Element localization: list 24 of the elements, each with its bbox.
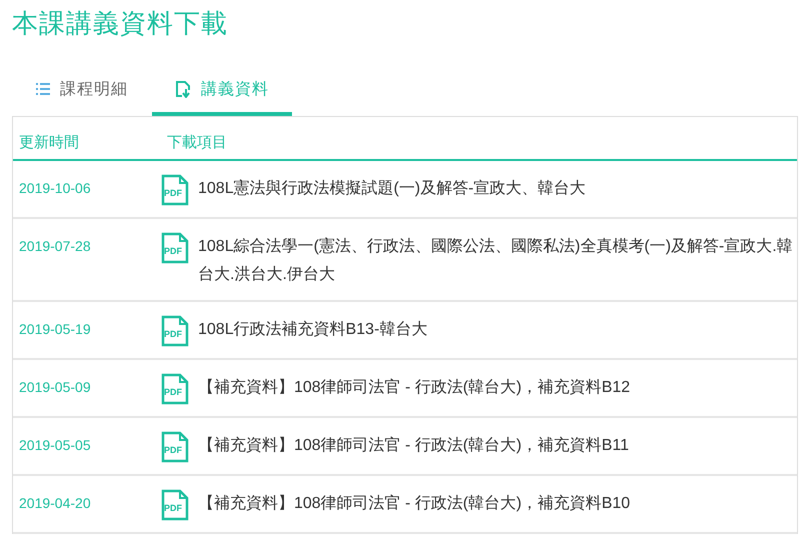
date-cell-text: 2019-05-19 <box>18 320 92 339</box>
file-link[interactable]: 【補充資料】108律師司法官 - 行政法(韓台大)，補充資料B10 <box>198 489 630 518</box>
file-link[interactable]: 108L行政法補充資料B13-韓台大 <box>198 315 428 344</box>
list-icon <box>36 83 50 95</box>
page-title: 本課講義資料下載 <box>12 7 229 40</box>
file-link[interactable]: 108L憲法與行政法模擬試題(一)及解答-宣政大、韓台大 <box>198 174 586 203</box>
file-link[interactable]: 108L綜合法學一(憲法、行政法、國際公法、國際私法)全真模考(一)及解答-宣政大.韓台大.洪台大.伊台大 <box>198 232 797 289</box>
pdf-file-icon: PDF <box>161 315 189 347</box>
date-cell-text: 2019-05-05 <box>18 436 92 455</box>
file-link[interactable]: 【補充資料】108律師司法官 - 行政法(韓台大)，補充資料B11 <box>198 431 629 460</box>
column-header: 更新時間 <box>18 133 80 152</box>
tab[interactable]: 課程明細 <box>12 66 152 116</box>
file-download-icon <box>175 80 191 98</box>
pdf-file-icon: PDF <box>161 431 189 463</box>
pdf-file-icon: PDF <box>161 373 189 405</box>
pdf-file-icon: PDF <box>161 174 189 206</box>
pdf-file-icon: PDF <box>161 489 189 521</box>
date-cell-text: 2019-05-09 <box>18 378 92 397</box>
file-link[interactable]: 【補充資料】108律師司法官 - 行政法(韓台大)，補充資料B12 <box>198 373 630 402</box>
column-header: 下載項目 <box>166 133 227 152</box>
date-cell-text: 2019-07-28 <box>18 237 92 256</box>
pdf-file-icon: PDF <box>161 232 189 264</box>
date-cell-text: 2019-04-20 <box>18 494 92 513</box>
date-cell-text: 2019-10-06 <box>18 179 92 198</box>
